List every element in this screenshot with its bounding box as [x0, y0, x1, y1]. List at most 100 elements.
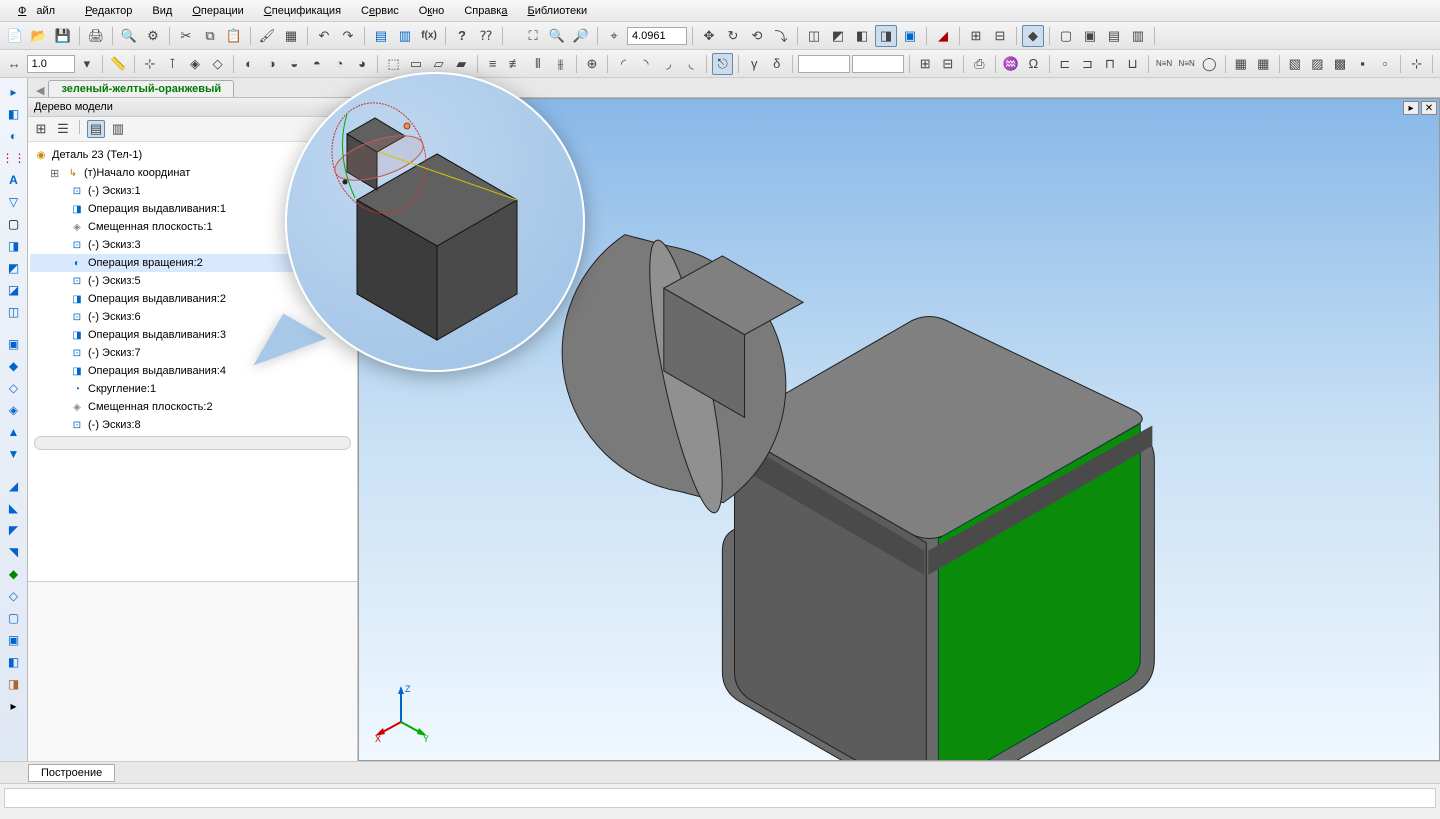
copy-button[interactable]: ⧉: [199, 25, 221, 47]
lt-b2-icon[interactable]: ◆: [4, 356, 24, 376]
pan-button[interactable]: ✥: [698, 25, 720, 47]
sk44[interactable]: ▪: [1352, 53, 1373, 75]
shaded-edges-button[interactable]: ◨: [875, 25, 897, 47]
sk41[interactable]: ▧: [1285, 53, 1306, 75]
save-button[interactable]: 💾: [52, 25, 74, 47]
sk4[interactable]: ◇: [207, 53, 228, 75]
paste-button[interactable]: 📋: [223, 25, 245, 47]
lt-b4-icon[interactable]: ◈: [4, 400, 24, 420]
lt-c7-icon[interactable]: ▢: [4, 608, 24, 628]
cut-button[interactable]: ✂: [175, 25, 197, 47]
whatsthis-button[interactable]: ⁇: [475, 25, 497, 47]
rotate-button[interactable]: ↻: [722, 25, 744, 47]
extra4-button[interactable]: ▥: [1127, 25, 1149, 47]
lt-cut2-icon[interactable]: ◫: [4, 302, 24, 322]
sk33[interactable]: ⊐: [1077, 53, 1098, 75]
coord-y-input[interactable]: [852, 55, 904, 73]
sk36[interactable]: N≡N: [1154, 53, 1175, 75]
step-dd[interactable]: ▾: [77, 53, 98, 75]
lt-c4-icon[interactable]: ◥: [4, 542, 24, 562]
lt-text-icon[interactable]: A: [4, 170, 24, 190]
menu-file[interactable]: Файл: [8, 2, 75, 20]
sk26[interactable]: δ: [766, 53, 787, 75]
tree-node-sketch8[interactable]: ⊡ (-) Эскиз:8: [30, 416, 355, 434]
sk42[interactable]: ▨: [1307, 53, 1328, 75]
sk25[interactable]: γ: [744, 53, 765, 75]
expand-icon[interactable]: ⊞: [50, 167, 62, 180]
print-button[interactable]: 🖨: [85, 25, 107, 47]
sk23[interactable]: ◟: [681, 53, 702, 75]
open-button[interactable]: 📂: [28, 25, 50, 47]
extra3-button[interactable]: ▤: [1103, 25, 1125, 47]
lt-c5-icon[interactable]: ◆: [4, 564, 24, 584]
sk29[interactable]: ⎙: [969, 53, 990, 75]
snap1-button[interactable]: ⊞: [965, 25, 987, 47]
lt-expand-icon[interactable]: ▸: [4, 696, 24, 716]
hidden-button[interactable]: ◩: [827, 25, 849, 47]
zoom-window-button[interactable]: ⌖: [603, 25, 625, 47]
preview-button[interactable]: 🔍: [118, 25, 140, 47]
props-button[interactable]: ⚙: [142, 25, 164, 47]
zoom-fit-button[interactable]: ⛶: [522, 25, 544, 47]
lt-cursor-icon[interactable]: ▸: [4, 82, 24, 102]
lt-face2-icon[interactable]: ◩: [4, 258, 24, 278]
sk35[interactable]: ⊔: [1122, 53, 1143, 75]
fx-button[interactable]: f(x): [418, 25, 440, 47]
tree-btn2[interactable]: ☰: [54, 120, 72, 138]
lt-cut1-icon[interactable]: ◪: [4, 280, 24, 300]
sk30[interactable]: ♒: [1000, 53, 1021, 75]
zoom-out-button[interactable]: 🔎: [570, 25, 592, 47]
lt-b6-icon[interactable]: ▼: [4, 444, 24, 464]
section-button[interactable]: ◢: [932, 25, 954, 47]
sk39[interactable]: ▦: [1230, 53, 1251, 75]
tree-btn1[interactable]: ⊞: [32, 120, 50, 138]
menu-help[interactable]: Справка: [454, 2, 517, 20]
redo-button[interactable]: ↷: [337, 25, 359, 47]
menu-window[interactable]: Окно: [409, 2, 455, 20]
lt-c6-icon[interactable]: ◇: [4, 586, 24, 606]
doc-tab[interactable]: зеленый-желтый-оранжевый: [48, 80, 234, 97]
sk37[interactable]: N≡N: [1176, 53, 1197, 75]
lt-filter-icon[interactable]: ▽: [4, 192, 24, 212]
sk46[interactable]: ⊹: [1406, 53, 1427, 75]
roll-button[interactable]: ⤵: [770, 25, 792, 47]
sk3[interactable]: ◈: [185, 53, 206, 75]
tree-btn3[interactable]: ▤: [87, 120, 105, 138]
lt-b5-icon[interactable]: ▲: [4, 422, 24, 442]
lt-extrude-icon[interactable]: ◧: [4, 104, 24, 124]
grid-button[interactable]: ▦: [280, 25, 302, 47]
menu-libs[interactable]: Библиотеки: [517, 2, 597, 20]
new-button[interactable]: 📄: [4, 25, 26, 47]
sk40[interactable]: ▦: [1253, 53, 1274, 75]
sk28[interactable]: ⊟: [937, 53, 958, 75]
sk38[interactable]: ◯: [1199, 53, 1220, 75]
lt-b1-icon[interactable]: ▣: [4, 334, 24, 354]
lt-c8-icon[interactable]: ▣: [4, 630, 24, 650]
tree-hscroll[interactable]: [34, 436, 351, 450]
menu-editor[interactable]: Редактор: [75, 2, 142, 20]
menu-view[interactable]: Вид: [142, 2, 182, 20]
zoom-value-input[interactable]: [627, 27, 687, 45]
undo-button[interactable]: ↶: [313, 25, 335, 47]
calc-button[interactable]: ▤: [370, 25, 392, 47]
lt-dots-icon[interactable]: ⋮⋮: [4, 148, 24, 168]
help-button[interactable]: ?: [451, 25, 473, 47]
sk45[interactable]: ▫: [1375, 53, 1396, 75]
bottom-tab-build[interactable]: Построение: [28, 764, 115, 782]
sk1[interactable]: ⊹: [140, 53, 161, 75]
sk31[interactable]: Ω: [1023, 53, 1044, 75]
render-button[interactable]: ◆: [1022, 25, 1044, 47]
step-input[interactable]: [27, 55, 75, 73]
lt-b3-icon[interactable]: ◇: [4, 378, 24, 398]
coord-x-input[interactable]: [798, 55, 850, 73]
lt-c3-icon[interactable]: ◤: [4, 520, 24, 540]
sk34[interactable]: ⊓: [1100, 53, 1121, 75]
lt-sheet-icon[interactable]: ▢: [4, 214, 24, 234]
scale-button[interactable]: 📏: [108, 53, 129, 75]
menu-service[interactable]: Сервис: [351, 2, 409, 20]
sk2[interactable]: ⊺: [162, 53, 183, 75]
sk43[interactable]: ▩: [1330, 53, 1351, 75]
sk20[interactable]: ◜: [613, 53, 634, 75]
shaded-button[interactable]: ◧: [851, 25, 873, 47]
vars-button[interactable]: ▥: [394, 25, 416, 47]
